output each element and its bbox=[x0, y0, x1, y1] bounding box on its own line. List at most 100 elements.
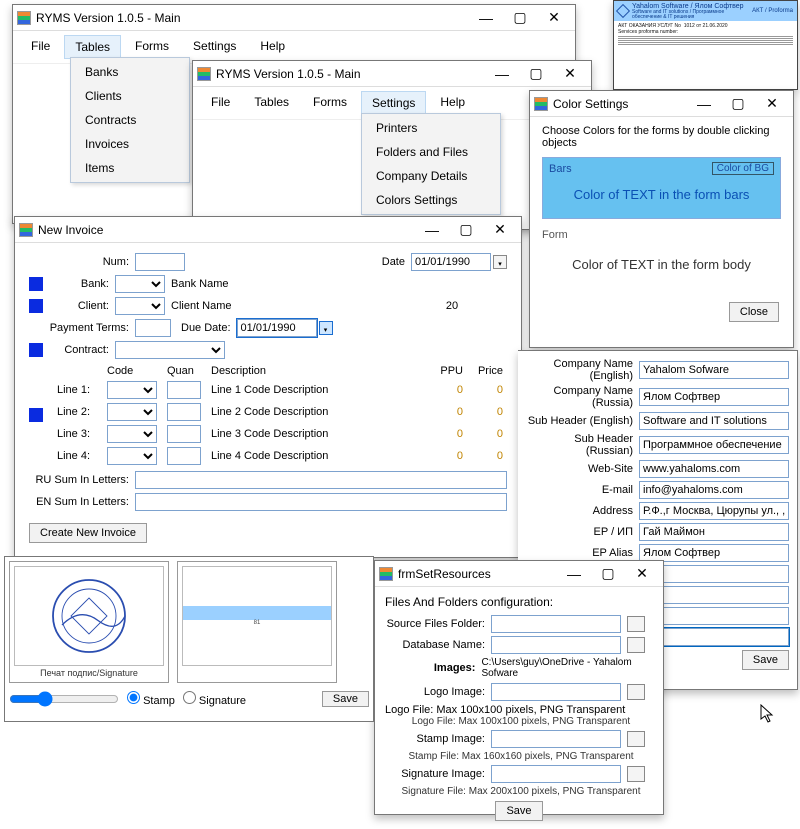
di-folders[interactable]: Folders and Files bbox=[362, 140, 500, 164]
company-field-input[interactable] bbox=[639, 460, 789, 478]
di-colors[interactable]: Colors Settings bbox=[362, 188, 500, 212]
company-field-input[interactable] bbox=[639, 412, 789, 430]
stamp-field[interactable] bbox=[491, 730, 621, 748]
close-button[interactable]: ✕ bbox=[761, 95, 783, 112]
browse-icon[interactable] bbox=[627, 766, 645, 782]
due-field[interactable] bbox=[237, 319, 317, 337]
payment-label: Payment Terms: bbox=[29, 322, 129, 334]
di-printers[interactable]: Printers bbox=[362, 116, 500, 140]
di-items[interactable]: Items bbox=[71, 156, 189, 180]
menu-help[interactable]: Help bbox=[250, 35, 295, 59]
bank-label: Bank: bbox=[49, 278, 109, 290]
maximize-button[interactable]: ▢ bbox=[597, 565, 619, 582]
close-button[interactable]: ✕ bbox=[559, 65, 581, 82]
src-field[interactable] bbox=[491, 615, 621, 633]
maximize-button[interactable]: ▢ bbox=[727, 95, 749, 112]
company-field-input[interactable] bbox=[639, 361, 789, 379]
di-banks[interactable]: Banks bbox=[71, 60, 189, 84]
line3-code[interactable] bbox=[107, 425, 157, 443]
menu-forms[interactable]: Forms bbox=[125, 35, 179, 59]
company-field-input[interactable] bbox=[639, 502, 789, 520]
company-field-input[interactable] bbox=[639, 523, 789, 541]
ru-sum-field[interactable] bbox=[135, 471, 507, 489]
maximize-button[interactable]: ▢ bbox=[509, 9, 531, 26]
lines-color-square[interactable] bbox=[29, 408, 43, 422]
menu-forms[interactable]: Forms bbox=[303, 91, 357, 115]
images-path: C:\Users\guy\OneDrive - Yahalom Sofware bbox=[481, 657, 653, 679]
save-button[interactable]: Save bbox=[322, 691, 369, 707]
num-field[interactable] bbox=[135, 253, 185, 271]
menu-settings[interactable]: Settings bbox=[361, 91, 426, 115]
client-select[interactable] bbox=[115, 297, 165, 315]
opt-signature[interactable]: Signature bbox=[183, 691, 246, 707]
company-row: EP / ИП bbox=[526, 523, 789, 541]
close-button-bottom[interactable]: Close bbox=[729, 302, 779, 322]
close-button[interactable]: ✕ bbox=[543, 9, 565, 26]
color-of-bg[interactable]: Color of BG bbox=[712, 162, 774, 175]
company-row: Address bbox=[526, 502, 789, 520]
client-color-square[interactable] bbox=[29, 299, 43, 313]
browse-icon[interactable] bbox=[627, 731, 645, 747]
company-field-input[interactable] bbox=[639, 481, 789, 499]
stamp-preview-pane: Печат подпис/Signature bbox=[9, 561, 169, 683]
menu-file[interactable]: File bbox=[21, 35, 60, 59]
contract-color-square[interactable] bbox=[29, 343, 43, 357]
bank-select[interactable] bbox=[115, 275, 165, 293]
line1-quan[interactable] bbox=[167, 381, 201, 399]
save-button[interactable]: Save bbox=[495, 801, 542, 821]
minimize-button[interactable]: — bbox=[491, 66, 513, 82]
payment-field[interactable] bbox=[135, 319, 171, 337]
company-field-input[interactable] bbox=[639, 436, 789, 454]
titlebar[interactable]: RYMS Version 1.0.5 - Main — ▢ ✕ bbox=[193, 61, 591, 87]
line4-code[interactable] bbox=[107, 447, 157, 465]
create-invoice-button[interactable]: Create New Invoice bbox=[29, 523, 147, 543]
sig-field[interactable] bbox=[491, 765, 621, 783]
browse-icon[interactable] bbox=[627, 684, 645, 700]
titlebar[interactable]: New Invoice — ▢ ✕ bbox=[15, 217, 521, 243]
line1-code[interactable] bbox=[107, 381, 157, 399]
titlebar[interactable]: Color Settings — ▢ ✕ bbox=[530, 91, 793, 117]
minimize-button[interactable]: — bbox=[563, 566, 585, 582]
di-invoices[interactable]: Invoices bbox=[71, 132, 189, 156]
bars-text[interactable]: Color of TEXT in the form bars bbox=[549, 175, 774, 214]
bank-color-square[interactable] bbox=[29, 277, 43, 291]
di-contracts[interactable]: Contracts bbox=[71, 108, 189, 132]
zoom-slider[interactable] bbox=[9, 691, 119, 707]
date-picker-icon[interactable] bbox=[493, 255, 507, 269]
minimize-button[interactable]: — bbox=[693, 96, 715, 112]
form-body-text[interactable]: Color of TEXT in the form body bbox=[542, 241, 781, 288]
date-field[interactable] bbox=[411, 253, 491, 271]
contract-select[interactable] bbox=[115, 341, 225, 359]
titlebar[interactable]: RYMS Version 1.0.5 - Main — ▢ ✕ bbox=[13, 5, 575, 31]
maximize-button[interactable]: ▢ bbox=[455, 221, 477, 238]
due-picker-icon[interactable] bbox=[319, 321, 333, 335]
minimize-button[interactable]: — bbox=[421, 222, 443, 238]
browse-icon[interactable] bbox=[627, 616, 645, 632]
company-field-input[interactable] bbox=[639, 388, 789, 406]
close-button[interactable]: ✕ bbox=[489, 221, 511, 238]
bars-panel[interactable]: Bars Color of BG Color of TEXT in the fo… bbox=[542, 157, 781, 219]
maximize-button[interactable]: ▢ bbox=[525, 65, 547, 82]
opt-stamp[interactable]: Stamp bbox=[127, 691, 175, 707]
di-company[interactable]: Company Details bbox=[362, 164, 500, 188]
minimize-button[interactable]: — bbox=[475, 10, 497, 26]
menu-tables[interactable]: Tables bbox=[244, 91, 299, 115]
close-button[interactable]: ✕ bbox=[631, 565, 653, 582]
browse-icon[interactable] bbox=[627, 637, 645, 653]
line2-quan[interactable] bbox=[167, 403, 201, 421]
logo-label: Logo Image: bbox=[385, 686, 485, 698]
line2-code[interactable] bbox=[107, 403, 157, 421]
menu-file[interactable]: File bbox=[201, 91, 240, 115]
titlebar[interactable]: frmSetResources — ▢ ✕ bbox=[375, 561, 663, 587]
line4-quan[interactable] bbox=[167, 447, 201, 465]
menu-tables[interactable]: Tables bbox=[64, 35, 121, 59]
line3-quan[interactable] bbox=[167, 425, 201, 443]
di-clients[interactable]: Clients bbox=[71, 84, 189, 108]
logo-field[interactable] bbox=[491, 683, 621, 701]
menu-settings[interactable]: Settings bbox=[183, 35, 246, 59]
col-code: Code bbox=[103, 363, 163, 379]
save-button[interactable]: Save bbox=[742, 650, 789, 670]
en-sum-field[interactable] bbox=[135, 493, 507, 511]
db-field[interactable] bbox=[491, 636, 621, 654]
menu-help[interactable]: Help bbox=[430, 91, 475, 115]
